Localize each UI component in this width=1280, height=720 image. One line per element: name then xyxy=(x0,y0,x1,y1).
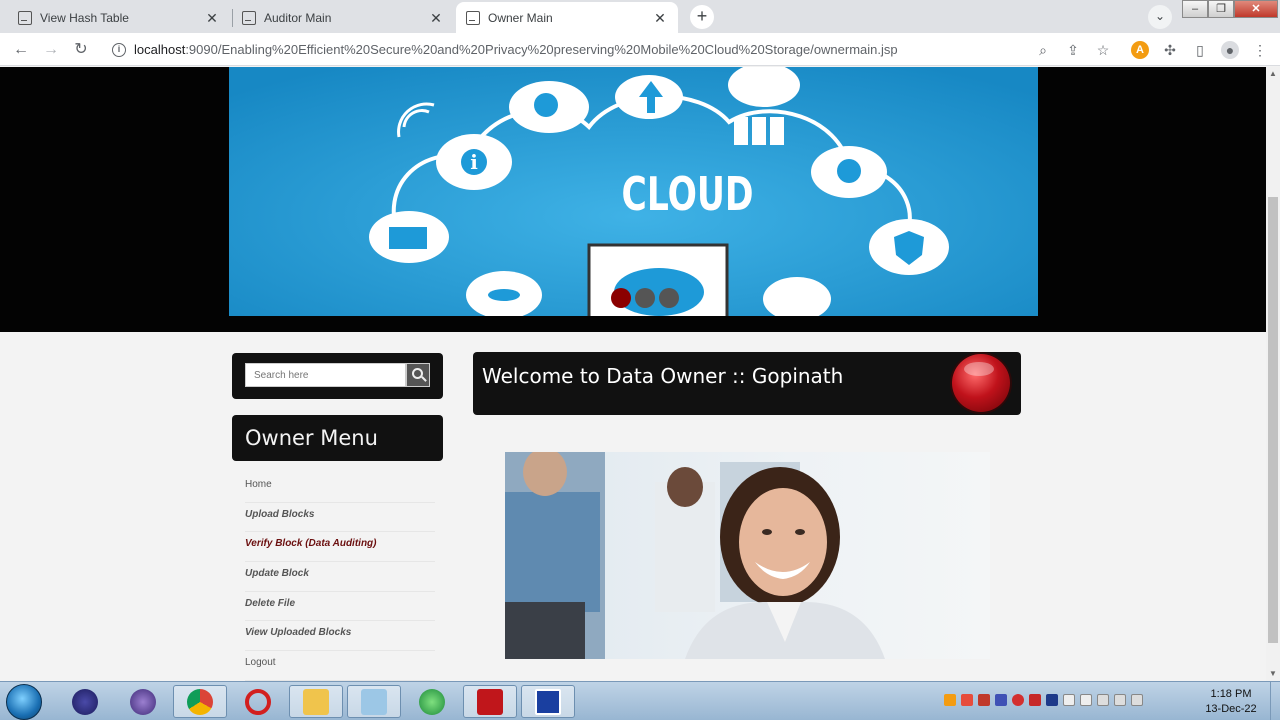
tray-red-icon[interactable] xyxy=(961,694,973,706)
tray-orange-icon[interactable] xyxy=(944,694,956,706)
scrollbar-thumb[interactable] xyxy=(1268,197,1278,643)
extensions-puzzle-icon[interactable]: ✣ xyxy=(1161,41,1179,59)
start-button-icon[interactable] xyxy=(6,684,42,720)
side-panel-icon[interactable]: ▯ xyxy=(1191,41,1209,59)
red-orb-icon xyxy=(952,354,1010,412)
zoom-icon[interactable]: ⌕ xyxy=(1034,41,1052,59)
office-photo-illustration xyxy=(505,452,885,659)
windows-taskbar: 1:18 PM 13-Dec-22 xyxy=(0,681,1280,720)
tray-network-icon[interactable] xyxy=(1114,694,1126,706)
taskbar-notepad-icon[interactable] xyxy=(347,685,401,718)
minimize-icon[interactable]: – xyxy=(1182,0,1208,18)
tab-auditor-main[interactable]: Auditor Main ✕ xyxy=(232,2,454,33)
office-photo xyxy=(505,452,990,659)
close-icon[interactable]: ✕ xyxy=(428,10,444,26)
kebab-menu-icon[interactable]: ⋮ xyxy=(1251,41,1269,59)
restore-icon[interactable]: ❐ xyxy=(1208,0,1234,18)
menu-item-verify-block[interactable]: Verify Block (Data Auditing) xyxy=(245,532,435,563)
bookmark-star-icon[interactable]: ☆ xyxy=(1094,41,1112,59)
show-desktop-button[interactable] xyxy=(1270,682,1280,720)
new-tab-button[interactable]: + xyxy=(690,5,714,29)
system-tray xyxy=(944,694,1143,706)
close-icon[interactable]: ✕ xyxy=(204,10,220,26)
clock-date: 13-Dec-22 xyxy=(1205,703,1257,715)
owner-menu: Home Upload Blocks Verify Block (Data Au… xyxy=(245,473,435,681)
tray-notes-icon[interactable] xyxy=(1080,694,1092,706)
close-window-icon[interactable]: ✕ xyxy=(1234,0,1278,18)
page-icon xyxy=(242,10,256,25)
extension-orange-icon[interactable]: A xyxy=(1131,41,1149,59)
tab-owner-main[interactable]: Owner Main ✕ xyxy=(456,2,678,33)
menu-item-delete-file[interactable]: Delete File xyxy=(245,592,435,622)
site-info-icon[interactable]: i xyxy=(112,42,126,57)
svg-text:i: i xyxy=(470,150,478,174)
menu-item-logout[interactable]: Logout xyxy=(245,651,435,681)
tray-tools-icon[interactable] xyxy=(978,694,990,706)
taskbar-app-blue-icon[interactable] xyxy=(521,685,575,718)
back-arrow-icon[interactable]: ← xyxy=(10,39,32,61)
url-host: localhost xyxy=(134,42,186,57)
welcome-heading: Welcome to Data Owner :: Gopinath xyxy=(482,364,844,388)
share-icon[interactable]: ⇪ xyxy=(1064,41,1082,59)
page-icon xyxy=(466,10,480,25)
taskbar-clock[interactable]: 1:18 PM 13-Dec-22 xyxy=(1196,687,1266,717)
search-icon-handle xyxy=(421,376,427,382)
browser-tab-strip: View Hash Table ✕ Auditor Main ✕ Owner M… xyxy=(0,0,1280,33)
menu-item-upload-blocks[interactable]: Upload Blocks xyxy=(245,503,435,533)
taskbar-eclipse-purple-icon[interactable] xyxy=(116,685,170,718)
search-input[interactable] xyxy=(245,363,406,387)
address-bar[interactable]: i localhost:9090/Enabling%20Efficient%20… xyxy=(102,36,1122,63)
taskbar-eclipse-icon[interactable] xyxy=(58,685,112,718)
page-icon xyxy=(18,10,32,25)
banner-title: CLOUD xyxy=(621,167,754,221)
tab-title: Auditor Main xyxy=(264,10,332,25)
tab-title: View Hash Table xyxy=(40,10,129,25)
tray-blue-icon[interactable] xyxy=(995,694,1007,706)
tray-app-icon[interactable] xyxy=(1046,694,1058,706)
scroll-up-icon[interactable]: ▲ xyxy=(1268,69,1278,78)
menu-item-update-block[interactable]: Update Block xyxy=(245,562,435,592)
taskbar-red-swirl-icon[interactable] xyxy=(231,685,285,718)
tray-flag-icon[interactable] xyxy=(1063,694,1075,706)
web-page: i CLOUD Owner Menu Home xyxy=(0,67,1266,681)
owner-menu-heading: Owner Menu xyxy=(232,415,443,461)
forward-arrow-icon[interactable]: → xyxy=(40,39,62,61)
tray-red-square-icon[interactable] xyxy=(1029,694,1041,706)
search-button[interactable] xyxy=(406,363,430,387)
menu-item-view-uploaded-blocks[interactable]: View Uploaded Blocks xyxy=(245,621,435,652)
clock-time: 1:18 PM xyxy=(1210,688,1252,700)
taskbar-folder-icon[interactable] xyxy=(289,685,343,718)
browser-toolbar: ← → ↻ i localhost:9090/Enabling%20Effici… xyxy=(0,33,1280,66)
welcome-panel: Welcome to Data Owner :: Gopinath xyxy=(473,352,1021,415)
tab-view-hash-table[interactable]: View Hash Table ✕ xyxy=(8,2,230,33)
reload-icon[interactable]: ↻ xyxy=(70,39,92,61)
tab-title: Owner Main xyxy=(488,10,553,25)
tab-search-chevron-icon[interactable]: ⌄ xyxy=(1148,5,1172,29)
url-path: :9090/Enabling%20Efficient%20Secure%20an… xyxy=(185,42,898,57)
close-icon[interactable]: ✕ xyxy=(652,10,668,26)
tray-volume-icon[interactable] xyxy=(1097,694,1109,706)
tray-opera-icon[interactable] xyxy=(1012,694,1024,706)
profile-avatar-icon[interactable]: ● xyxy=(1221,41,1239,59)
scroll-down-icon[interactable]: ▼ xyxy=(1268,669,1278,678)
search-panel xyxy=(232,353,443,399)
cloud-banner-image: i CLOUD xyxy=(229,67,1038,316)
page-scrollbar[interactable]: ▲ ▼ xyxy=(1266,67,1280,681)
taskbar-chrome-icon[interactable] xyxy=(173,685,227,718)
tray-mute-icon[interactable] xyxy=(1131,694,1143,706)
taskbar-pdf-icon[interactable] xyxy=(463,685,517,718)
menu-item-home[interactable]: Home xyxy=(245,473,435,503)
window-controls: – ❐ ✕ xyxy=(1182,0,1278,18)
taskbar-network-icon[interactable] xyxy=(405,685,459,718)
